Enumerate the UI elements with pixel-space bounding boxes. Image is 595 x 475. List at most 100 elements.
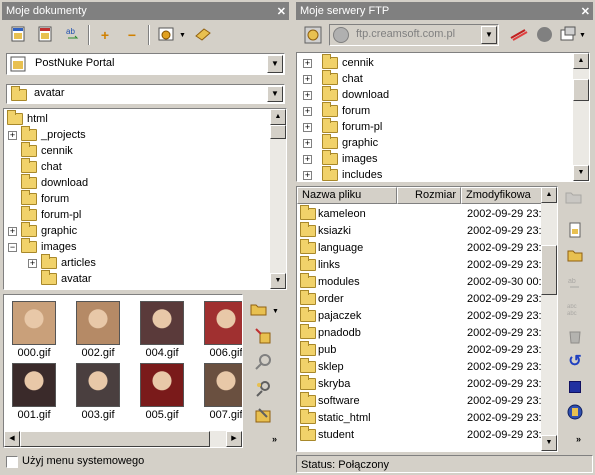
- delete-trash-icon[interactable]: [566, 328, 584, 346]
- scroll-right-icon[interactable]: ▶: [226, 431, 242, 447]
- tree-item[interactable]: avatar: [28, 270, 92, 287]
- thumbnail-image[interactable]: [204, 363, 242, 407]
- search-icon[interactable]: [254, 353, 272, 371]
- expand-icon[interactable]: +: [303, 58, 312, 68]
- new-folder-icon[interactable]: [566, 247, 584, 265]
- thumbnail-image[interactable]: [12, 301, 56, 345]
- more-chevron-icon[interactable]: »: [272, 434, 277, 444]
- file-row[interactable]: language 2002-09-29 23:: [300, 239, 542, 257]
- image-edit-icon[interactable]: [254, 406, 272, 424]
- file-list-scrollbar[interactable]: ▲ ▼: [541, 187, 557, 451]
- expand-icon[interactable]: +: [8, 130, 17, 140]
- ftp-tree-item[interactable]: + forum-pl: [303, 118, 382, 135]
- chevron-down-icon[interactable]: ▼: [267, 55, 283, 73]
- ftp-settings-icon[interactable]: [559, 26, 577, 44]
- tree-item[interactable]: html: [7, 110, 48, 127]
- thumbnail-hscrollbar[interactable]: ◀ ▶: [4, 431, 242, 447]
- column-header-size[interactable]: Rozmiar: [397, 187, 461, 204]
- tree-item[interactable]: + articles: [28, 254, 96, 271]
- scroll-up-icon[interactable]: ▲: [270, 109, 286, 125]
- file-row[interactable]: kameleon 2002-09-29 23:: [300, 205, 542, 223]
- expand-plus-icon[interactable]: +: [96, 26, 114, 44]
- expand-icon[interactable]: +: [303, 90, 312, 100]
- ftp-transfer-icon[interactable]: [509, 26, 528, 44]
- settings-gear-icon[interactable]: [157, 26, 175, 44]
- scroll-thumb[interactable]: [573, 79, 589, 101]
- thumbnail-image[interactable]: [76, 301, 120, 345]
- scroll-thumb[interactable]: [270, 125, 286, 139]
- ftp-tree-item[interactable]: + forum: [303, 102, 370, 119]
- open-folder-dropdown-icon[interactable]: ▼: [272, 308, 279, 315]
- delete-document-icon[interactable]: [36, 26, 54, 44]
- chevron-down-icon[interactable]: ▼: [267, 86, 283, 102]
- scroll-down-icon[interactable]: ▼: [573, 165, 589, 181]
- refresh-icon[interactable]: ab: [64, 26, 82, 44]
- tree-item[interactable]: chat: [8, 158, 62, 175]
- scroll-down-icon[interactable]: ▼: [270, 273, 286, 289]
- ftp-tree-item[interactable]: + graphic: [303, 134, 378, 151]
- expand-icon[interactable]: +: [8, 226, 17, 236]
- thumbnail-image[interactable]: [76, 363, 120, 407]
- new-document-icon[interactable]: [9, 26, 27, 44]
- column-header-modified[interactable]: Zmodyfikowa: [461, 187, 543, 204]
- file-row[interactable]: static_html 2002-09-29 23:: [300, 409, 542, 427]
- undo-icon[interactable]: ↺: [566, 353, 584, 371]
- file-row[interactable]: ksiazki 2002-09-29 23:: [300, 222, 542, 240]
- scroll-thumb[interactable]: [20, 431, 210, 447]
- site-select[interactable]: PostNuke Portal ▼: [6, 53, 285, 75]
- ftp-tree-item[interactable]: + download: [303, 86, 389, 103]
- expand-icon[interactable]: +: [303, 106, 312, 116]
- scroll-left-icon[interactable]: ◀: [4, 431, 20, 447]
- settings-dropdown-arrow-icon[interactable]: ▼: [179, 32, 186, 39]
- stop-icon[interactable]: [566, 378, 584, 396]
- ftp-tree-scrollbar[interactable]: ▲ ▼: [573, 53, 589, 181]
- expand-icon[interactable]: +: [303, 122, 312, 132]
- tree-item[interactable]: − images: [8, 238, 76, 255]
- more-chevron-icon[interactable]: »: [576, 434, 581, 444]
- file-row[interactable]: sklep 2002-09-29 23:: [300, 358, 542, 376]
- thumbnail-image[interactable]: [140, 301, 184, 345]
- file-row[interactable]: student 2002-09-29 23:: [300, 426, 542, 444]
- collapse-icon[interactable]: −: [8, 242, 17, 252]
- disconnect-icon[interactable]: [535, 26, 553, 44]
- folder-tree[interactable]: html + _projects cennik chat download forum for…: [3, 108, 287, 290]
- tree-item[interactable]: + _projects: [8, 126, 86, 143]
- chevron-down-icon[interactable]: ▼: [481, 26, 497, 44]
- ftp-connect-icon[interactable]: [304, 26, 322, 44]
- scroll-thumb[interactable]: [541, 245, 557, 295]
- file-row[interactable]: modules 2002-09-30 00:: [300, 273, 542, 291]
- tree-item[interactable]: download: [8, 174, 88, 191]
- file-row[interactable]: pub 2002-09-29 23:: [300, 341, 542, 359]
- scroll-down-icon[interactable]: ▼: [541, 435, 557, 451]
- ftp-tree-item[interactable]: + images: [303, 150, 377, 167]
- right-panel-close-icon[interactable]: ✕: [581, 3, 590, 21]
- thumbnail-view[interactable]: 000.gif 002.gif 004.gif 006.gif 001.gif 003.g…: [3, 294, 243, 448]
- expand-icon[interactable]: +: [28, 258, 37, 268]
- use-system-menu-checkbox[interactable]: [6, 456, 18, 468]
- left-panel-close-icon[interactable]: ✕: [277, 3, 286, 21]
- file-row[interactable]: pnadodb 2002-09-29 23:: [300, 324, 542, 342]
- replace-icon[interactable]: abc abc: [566, 301, 584, 319]
- ftp-tree-item[interactable]: + includes: [303, 166, 382, 181]
- file-row[interactable]: software 2002-09-29 23:: [300, 392, 542, 410]
- ftp-settings-dropdown-icon[interactable]: ▼: [579, 32, 586, 39]
- ftp-file-list[interactable]: Nazwa pliku Rozmiar Zmodyfikowa kameleon…: [296, 186, 558, 452]
- new-file-icon[interactable]: [566, 222, 584, 240]
- eraser-icon[interactable]: [194, 26, 212, 44]
- expand-icon[interactable]: +: [303, 138, 312, 148]
- open-folder-icon[interactable]: [565, 190, 583, 208]
- ftp-server-select[interactable]: ftp.creamsoft.com.pl ▼: [329, 24, 499, 46]
- expand-icon[interactable]: +: [303, 154, 312, 164]
- path-select[interactable]: avatar ▼: [6, 84, 285, 104]
- search-replace-icon[interactable]: [254, 380, 272, 398]
- tree-item[interactable]: + graphic: [8, 222, 77, 239]
- thumbnail-image[interactable]: [12, 363, 56, 407]
- thumbnail-image[interactable]: [140, 363, 184, 407]
- scroll-up-icon[interactable]: ▲: [573, 53, 589, 69]
- thumbnail-image[interactable]: [204, 301, 242, 345]
- open-folder-icon[interactable]: [250, 302, 268, 320]
- ftp-tree-item[interactable]: + cennik: [303, 54, 374, 71]
- rename-icon[interactable]: ab: [566, 275, 584, 293]
- column-header-name[interactable]: Nazwa pliku: [297, 187, 397, 204]
- copy-to-folder-icon[interactable]: [254, 327, 272, 345]
